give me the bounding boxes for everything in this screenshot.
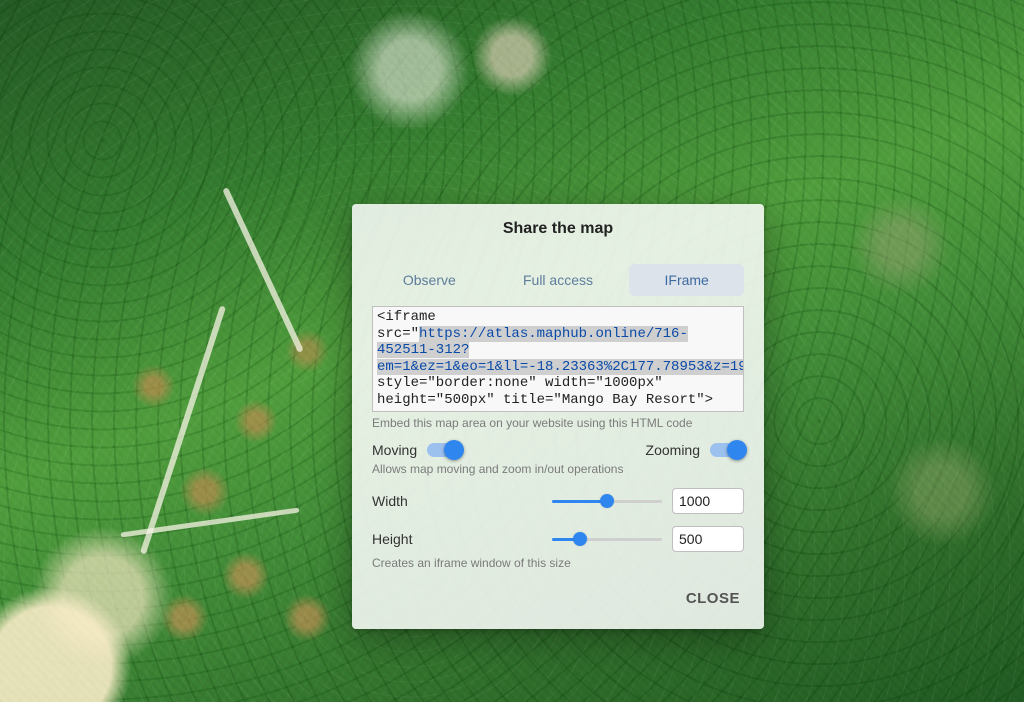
width-label: Width bbox=[372, 493, 432, 509]
tab-full-access[interactable]: Full access bbox=[501, 264, 616, 296]
move-zoom-hint: Allows map moving and zoom in/out operat… bbox=[372, 462, 744, 476]
moving-toggle[interactable] bbox=[427, 443, 461, 457]
share-tabs: Observe Full access IFrame bbox=[372, 264, 744, 296]
height-input[interactable] bbox=[672, 526, 744, 552]
tab-observe[interactable]: Observe bbox=[372, 264, 487, 296]
height-label: Height bbox=[372, 531, 432, 547]
height-slider[interactable] bbox=[552, 530, 662, 548]
dialog-title: Share the map bbox=[372, 220, 744, 238]
close-button[interactable]: CLOSE bbox=[682, 584, 744, 613]
share-map-dialog: Share the map Observe Full access IFrame… bbox=[352, 204, 764, 629]
size-hint: Creates an iframe window of this size bbox=[372, 556, 744, 570]
width-slider[interactable] bbox=[552, 492, 662, 510]
moving-label: Moving bbox=[372, 442, 417, 458]
tab-iframe[interactable]: IFrame bbox=[629, 264, 744, 296]
code-url: https://atlas.maphub.online/716-452511-3… bbox=[377, 326, 744, 375]
zooming-toggle[interactable] bbox=[710, 443, 744, 457]
zooming-label: Zooming bbox=[646, 442, 700, 458]
embed-hint: Embed this map area on your website usin… bbox=[372, 416, 744, 430]
iframe-code-textarea[interactable]: <iframe src="https://atlas.maphub.online… bbox=[372, 306, 744, 412]
width-input[interactable] bbox=[672, 488, 744, 514]
